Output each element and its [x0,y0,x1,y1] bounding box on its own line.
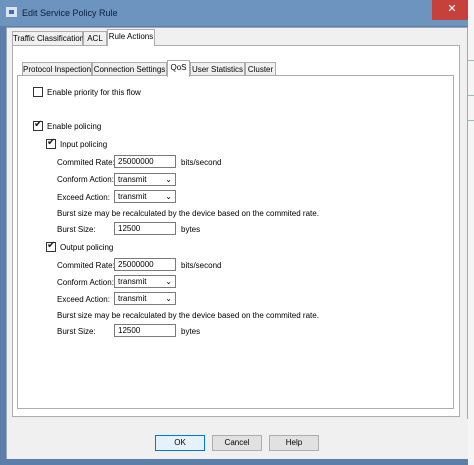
dialog-body: Traffic Classification ACL Rule Actions … [6,27,469,459]
output-burst-note: Burst size may be recalculated by the de… [57,311,319,320]
tab-qos[interactable]: QoS [167,60,190,77]
input-burst-note: Burst size may be recalculated by the de… [57,209,319,218]
window-title: Edit Service Policy Rule [22,8,118,18]
enable-priority-checkbox[interactable] [33,87,43,97]
tab-traffic-classification[interactable]: Traffic Classification [12,31,84,46]
app-icon [5,6,18,18]
help-button[interactable]: Help [269,435,319,451]
input-rate-unit: bits/second [181,158,222,167]
output-burst-field[interactable]: 12500 [114,324,176,337]
chevron-down-icon: ⌄ [165,175,172,184]
tab-rule-actions[interactable]: Rule Actions [107,29,155,46]
output-exceed-value: transmit [118,294,147,303]
input-burst-label: Burst Size: [57,225,96,234]
tab-acl[interactable]: ACL [83,31,107,46]
chevron-down-icon: ⌄ [165,192,172,201]
background-window-edge [468,0,474,465]
output-exceed-label: Exceed Action: [57,295,110,304]
dialog-window: Edit Service Policy Rule ✕ Traffic Class… [0,0,474,465]
output-burst-unit: bytes [181,327,201,336]
chevron-down-icon: ⌄ [165,277,172,286]
output-conform-value: transmit [118,277,147,286]
input-exceed-select[interactable]: transmit ⌄ [114,190,176,203]
input-conform-label: Conform Action: [57,175,114,184]
input-exceed-label: Exceed Action: [57,193,110,202]
enable-policing-checkbox[interactable] [33,119,43,131]
enable-policing-label: Enable policing [47,122,102,131]
background-divider [468,60,474,61]
input-policing-label: Input policing [60,140,108,149]
input-exceed-value: transmit [118,192,147,201]
output-rate-unit: bits/second [181,261,222,270]
input-burst-field[interactable]: 12500 [114,222,176,235]
output-conform-select[interactable]: transmit ⌄ [114,275,176,288]
enable-priority-label: Enable priority for this flow [47,88,141,97]
input-commited-rate-field[interactable]: 25000000 [114,155,176,168]
output-conform-label: Conform Action: [57,278,114,287]
ok-button[interactable]: OK [155,435,205,451]
output-policing-label: Output policing [60,243,114,252]
background-divider [468,95,474,96]
output-commited-rate-field[interactable]: 25000000 [114,258,176,271]
output-burst-label: Burst Size: [57,327,96,336]
background-divider [468,120,474,121]
output-policing-checkbox[interactable] [46,240,56,252]
cancel-button[interactable]: Cancel [212,435,262,451]
input-burst-unit: bytes [181,225,201,234]
button-bar: OK Cancel Help [7,419,469,459]
input-conform-select[interactable]: transmit ⌄ [114,173,176,186]
input-conform-value: transmit [118,175,147,184]
title-bar[interactable]: Edit Service Policy Rule ✕ [0,0,474,26]
chevron-down-icon: ⌄ [165,294,172,303]
input-policing-checkbox[interactable] [46,137,56,149]
output-exceed-select[interactable]: transmit ⌄ [114,292,176,305]
output-commited-rate-label: Commited Rate: [57,261,115,270]
input-commited-rate-label: Commited Rate: [57,158,115,167]
close-button[interactable]: ✕ [432,0,472,20]
